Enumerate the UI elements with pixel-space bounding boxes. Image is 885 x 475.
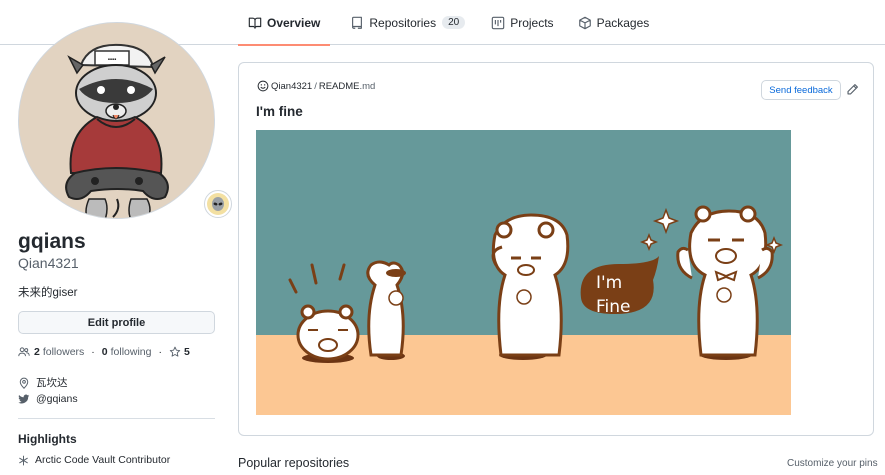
status-badge[interactable] [204, 190, 232, 218]
location-pin-icon [18, 377, 30, 389]
readme-file-ext: .md [359, 80, 376, 92]
tab-list: Overview Repositories 20 Projects Packag… [238, 0, 661, 46]
readme-owner-link[interactable]: Qian4321 [271, 81, 312, 92]
profile-fullname: gqians [18, 230, 86, 253]
location-text: 瓦坎达 [36, 377, 68, 389]
followers-count: 2 [34, 346, 40, 358]
twitter-link[interactable]: @gqians [36, 393, 78, 405]
im-fine-bears-illustration: I'm Fine [256, 130, 791, 415]
tab-overview-label: Overview [267, 15, 321, 30]
tab-projects[interactable]: Projects [481, 0, 563, 45]
tab-projects-label: Projects [510, 15, 554, 30]
highlight-label: Arctic Code Vault Contributor [35, 454, 171, 466]
following-link[interactable]: 0 following [102, 346, 152, 358]
alien-emoji-icon [207, 193, 229, 215]
twitter-row: @gqians [18, 393, 78, 405]
speech-bubble-line1: I'm [596, 273, 622, 293]
tab-repositories-label: Repositories [369, 15, 437, 30]
followers-label: followers [42, 346, 85, 358]
separator-dot: · [91, 346, 95, 358]
avatar[interactable]: ▪▪▪▪ [18, 22, 215, 219]
follow-stats: 2 followers · 0 following · 5 [18, 346, 193, 358]
stars-link[interactable]: 5 [169, 346, 193, 358]
tab-packages[interactable]: Packages [568, 0, 660, 45]
tab-overview[interactable]: Overview [238, 0, 331, 46]
avatar-container: ▪▪▪▪ [18, 22, 232, 219]
readme-im-fine-image: I'm Fine [256, 130, 791, 415]
package-icon [578, 16, 592, 30]
send-feedback-button[interactable]: Send feedback [761, 80, 841, 100]
smiley-icon [257, 80, 269, 92]
stars-count: 5 [183, 346, 190, 358]
book-icon [248, 16, 262, 30]
repo-icon [350, 16, 364, 30]
svg-text:▪▪▪▪: ▪▪▪▪ [108, 57, 117, 63]
location-row: 瓦坎达 [18, 375, 68, 390]
sidebar-divider [18, 418, 215, 419]
readme-card: Qian4321 / README .md Send feedback I'm f… [238, 62, 874, 436]
tab-packages-label: Packages [596, 15, 650, 30]
raccoon-avatar-illustration: ▪▪▪▪ [19, 23, 214, 218]
following-label: following [110, 346, 152, 358]
people-icon [18, 346, 30, 358]
profile-bio: 未来的giser [18, 287, 78, 299]
readme-breadcrumb: Qian4321 / README .md [257, 80, 375, 92]
highlight-arctic-vault[interactable]: Arctic Code Vault Contributor [18, 454, 170, 466]
snowflake-icon [18, 455, 29, 466]
repositories-count-badge: 20 [442, 16, 466, 29]
edit-profile-button[interactable]: Edit profile [18, 311, 215, 334]
project-icon [491, 16, 505, 30]
following-count: 0 [101, 346, 108, 358]
star-icon [169, 346, 181, 358]
popular-repositories-heading: Popular repositories [238, 456, 350, 470]
twitter-icon [18, 393, 30, 405]
separator-dot: · [158, 346, 162, 358]
edit-readme-pencil-icon[interactable] [845, 82, 859, 96]
readme-file-name: README [318, 80, 360, 92]
tab-repositories[interactable]: Repositories 20 [340, 0, 475, 45]
profile-username: Qian4321 [18, 255, 79, 271]
followers-link[interactable]: 2 followers [18, 346, 84, 358]
path-separator: / [314, 80, 317, 92]
speech-bubble-line2: Fine [596, 297, 631, 317]
readme-heading: I'm fine [256, 104, 303, 119]
highlights-heading: Highlights [18, 432, 77, 446]
customize-pins-link[interactable]: Customize your pins [787, 458, 878, 469]
